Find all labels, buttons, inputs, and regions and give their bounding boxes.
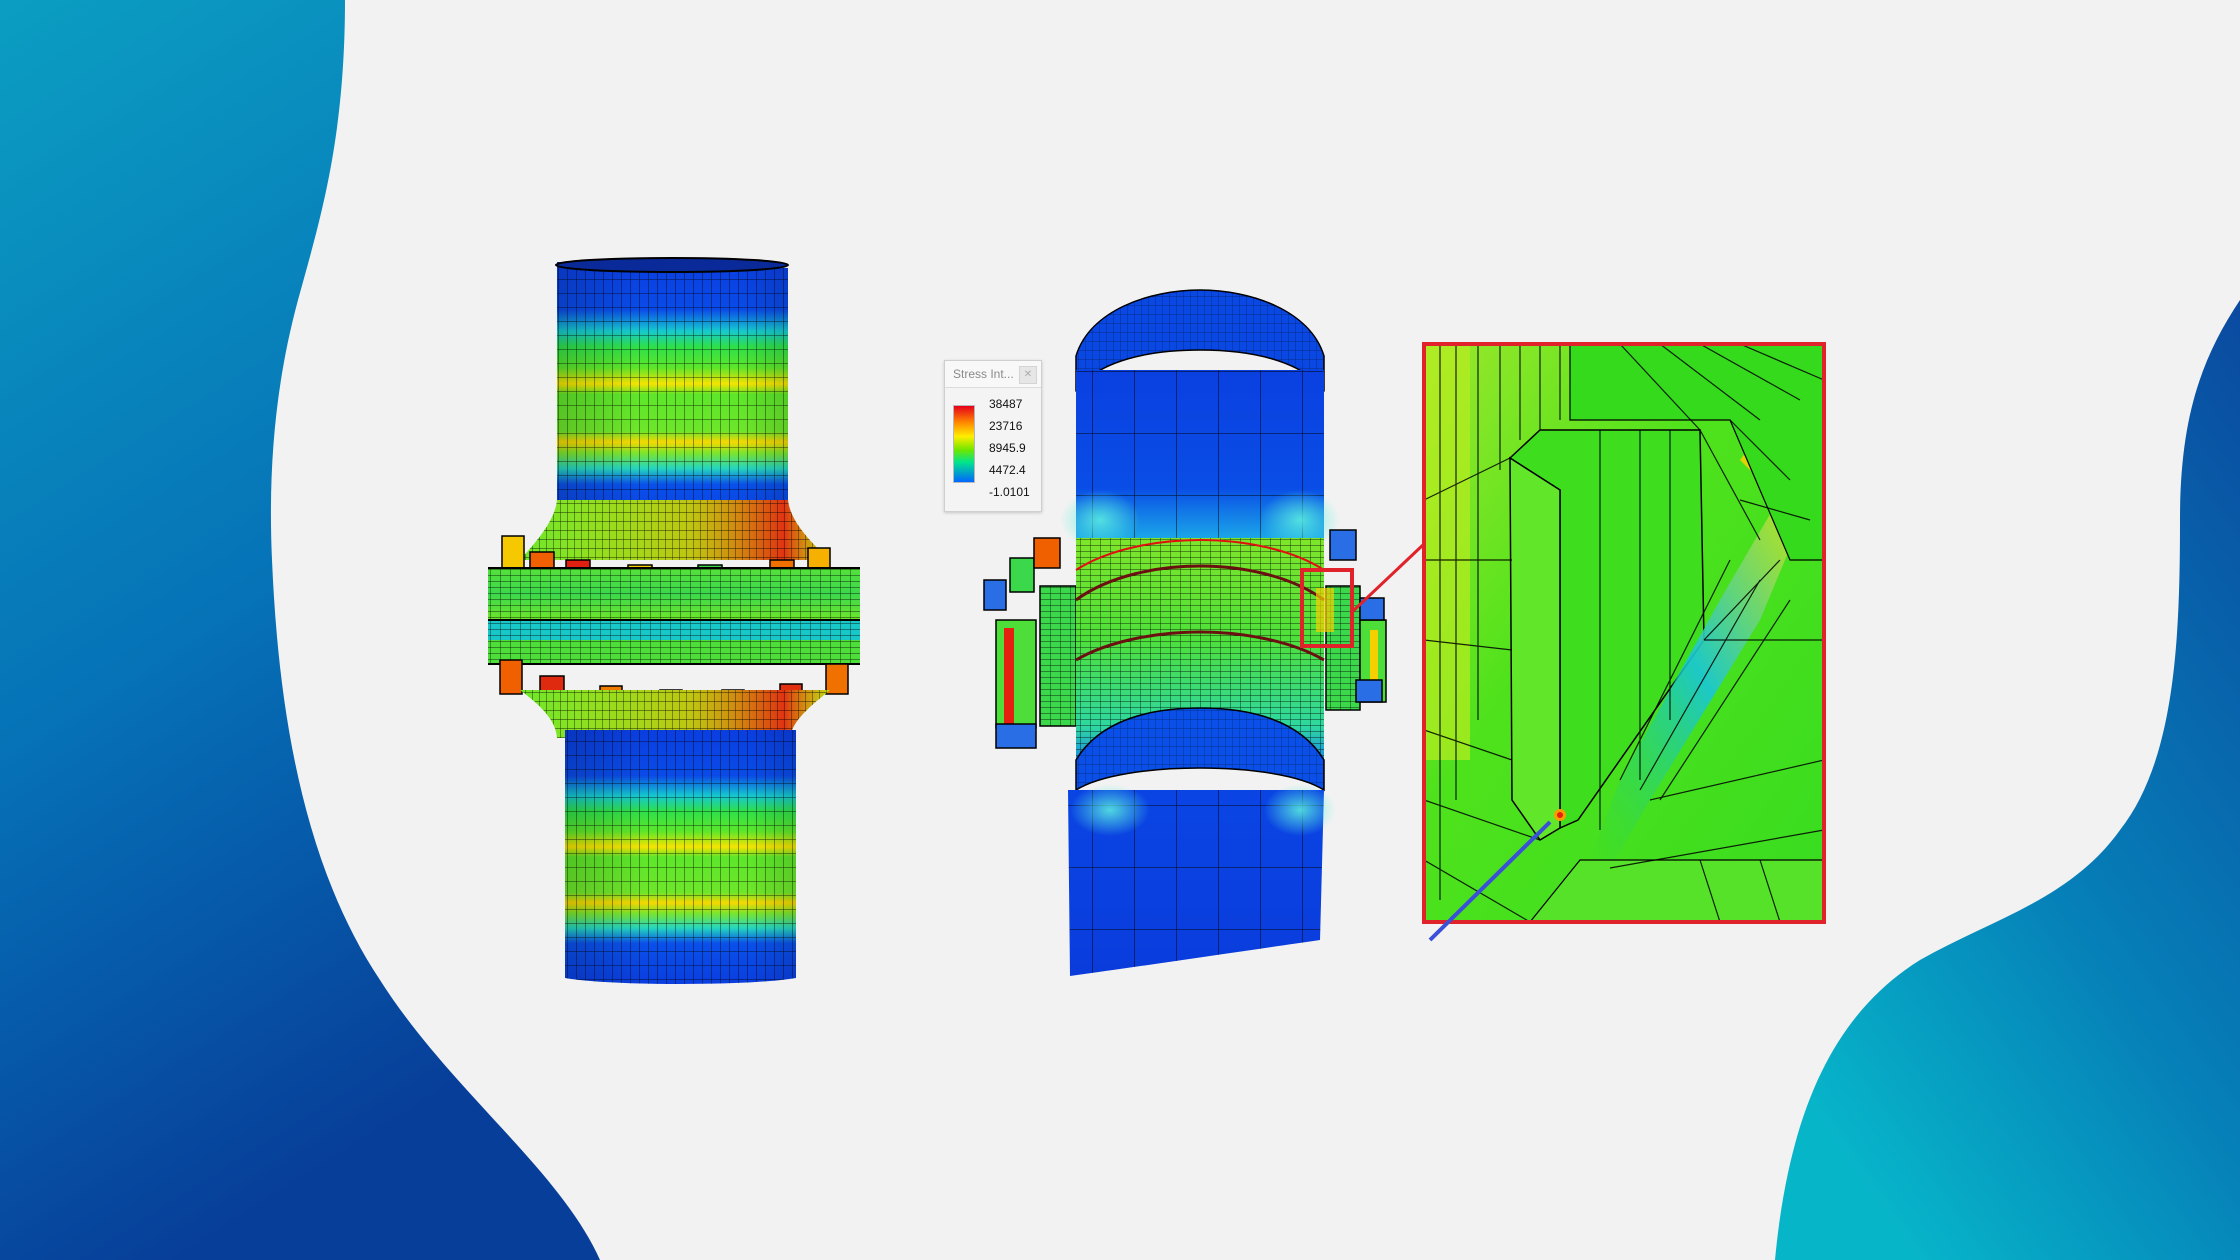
legend-value: 8945.9	[989, 441, 1026, 455]
legend-title: Stress Int...	[953, 367, 1014, 381]
legend-color-bar	[953, 405, 975, 483]
fea-figure	[0, 0, 2240, 1260]
section-flange-model	[984, 290, 1424, 976]
legend-value: 23716	[989, 419, 1022, 433]
legend-value: -1.0101	[989, 485, 1030, 499]
slide: Stress Int... ✕ 38487 23716 8945.9 4472.…	[0, 0, 2240, 1260]
stress-legend: Stress Int... ✕ 38487 23716 8945.9 4472.…	[944, 360, 1042, 512]
section-left-bolts	[984, 538, 1076, 748]
pipe-top-rim	[556, 258, 788, 272]
detail-callout	[1424, 344, 1824, 922]
legend-value: 4472.4	[989, 463, 1026, 477]
close-icon[interactable]: ✕	[1019, 366, 1037, 384]
zoom-connector-line	[1352, 544, 1424, 612]
section-right-bolts	[1326, 530, 1386, 710]
legend-header: Stress Int... ✕	[945, 361, 1041, 388]
legend-value: 38487	[989, 397, 1022, 411]
full-flange-model	[488, 258, 860, 984]
